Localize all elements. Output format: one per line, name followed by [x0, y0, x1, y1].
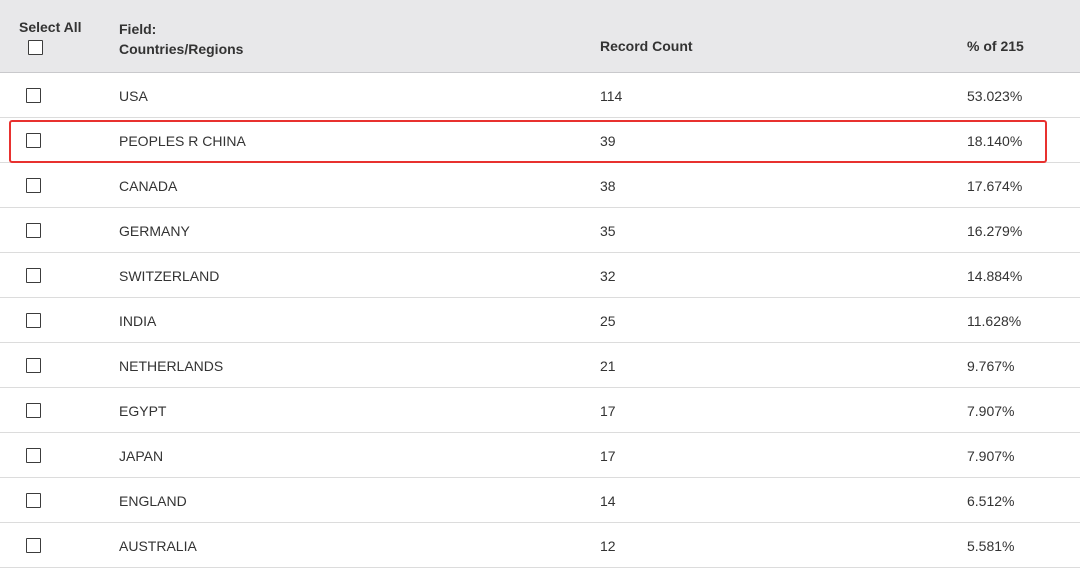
percent-header[interactable]: % of 215	[967, 38, 1024, 54]
table-row: NETHERLANDS 21 9.767%	[0, 343, 1080, 388]
record-count: 39	[600, 133, 616, 149]
row-checkbox[interactable]	[26, 358, 41, 373]
country-name: PEOPLES R CHINA	[119, 133, 246, 149]
table-row: USA 114 53.023%	[0, 73, 1080, 118]
country-name: JAPAN	[119, 448, 164, 464]
results-table: Select All Field: Countries/Regions Reco…	[0, 0, 1080, 568]
country-name: NETHERLANDS	[119, 358, 224, 374]
table-row: SWITZERLAND 32 14.884%	[0, 253, 1080, 298]
row-checkbox[interactable]	[26, 493, 41, 508]
row-checkbox[interactable]	[26, 313, 41, 328]
country-name: EGYPT	[119, 403, 167, 419]
percent-value: 7.907%	[967, 448, 1015, 464]
country-name: USA	[119, 88, 148, 104]
percent-value: 14.884%	[967, 268, 1023, 284]
country-name: AUSTRALIA	[119, 538, 197, 554]
percent-value: 17.674%	[967, 178, 1023, 194]
table-row: EGYPT 17 7.907%	[0, 388, 1080, 433]
table-row: INDIA 25 11.628%	[0, 298, 1080, 343]
percent-value: 5.581%	[967, 538, 1015, 554]
row-checkbox[interactable]	[26, 178, 41, 193]
record-count: 38	[600, 178, 616, 194]
field-label: Field:	[119, 21, 157, 37]
record-count: 35	[600, 223, 616, 239]
table-row: GERMANY 35 16.279%	[0, 208, 1080, 253]
table-header: Select All Field: Countries/Regions Reco…	[0, 0, 1080, 73]
percent-value: 7.907%	[967, 403, 1015, 419]
table-row: CANADA 38 17.674%	[0, 163, 1080, 208]
row-checkbox[interactable]	[26, 88, 41, 103]
row-checkbox[interactable]	[26, 223, 41, 238]
table-row: AUSTRALIA 12 5.581%	[0, 523, 1080, 568]
country-name: GERMANY	[119, 223, 190, 239]
row-checkbox[interactable]	[26, 448, 41, 463]
select-all-checkbox[interactable]	[28, 40, 43, 55]
country-name: ENGLAND	[119, 493, 187, 509]
table-row: PEOPLES R CHINA 39 18.140%	[0, 118, 1080, 163]
percent-value: 16.279%	[967, 223, 1023, 239]
country-name: INDIA	[119, 313, 157, 329]
country-name: SWITZERLAND	[119, 268, 220, 284]
percent-value: 11.628%	[967, 313, 1022, 329]
table-row: JAPAN 17 7.907%	[0, 433, 1080, 478]
field-column-header: Field: Countries/Regions	[119, 19, 243, 59]
select-all-column: Select All	[19, 19, 82, 55]
record-count: 17	[600, 403, 616, 419]
row-checkbox[interactable]	[26, 268, 41, 283]
record-count: 17	[600, 448, 616, 464]
record-count: 32	[600, 268, 616, 284]
percent-value: 6.512%	[967, 493, 1015, 509]
table-body: USA 114 53.023% PEOPLES R CHINA 39 18.14…	[0, 73, 1080, 568]
row-checkbox[interactable]	[26, 403, 41, 418]
record-count: 12	[600, 538, 616, 554]
record-count: 25	[600, 313, 616, 329]
percent-value: 53.023%	[967, 88, 1023, 104]
record-count: 14	[600, 493, 616, 509]
table-row: ENGLAND 14 6.512%	[0, 478, 1080, 523]
field-value: Countries/Regions	[119, 41, 244, 57]
country-name: CANADA	[119, 178, 178, 194]
row-checkbox[interactable]	[26, 538, 41, 553]
percent-value: 9.767%	[967, 358, 1015, 374]
record-count: 21	[600, 358, 616, 374]
row-checkbox[interactable]	[26, 133, 41, 148]
select-all-label: Select All	[19, 19, 82, 35]
record-count-header[interactable]: Record Count	[600, 38, 693, 54]
record-count: 114	[600, 88, 623, 104]
percent-value: 18.140%	[967, 133, 1023, 149]
